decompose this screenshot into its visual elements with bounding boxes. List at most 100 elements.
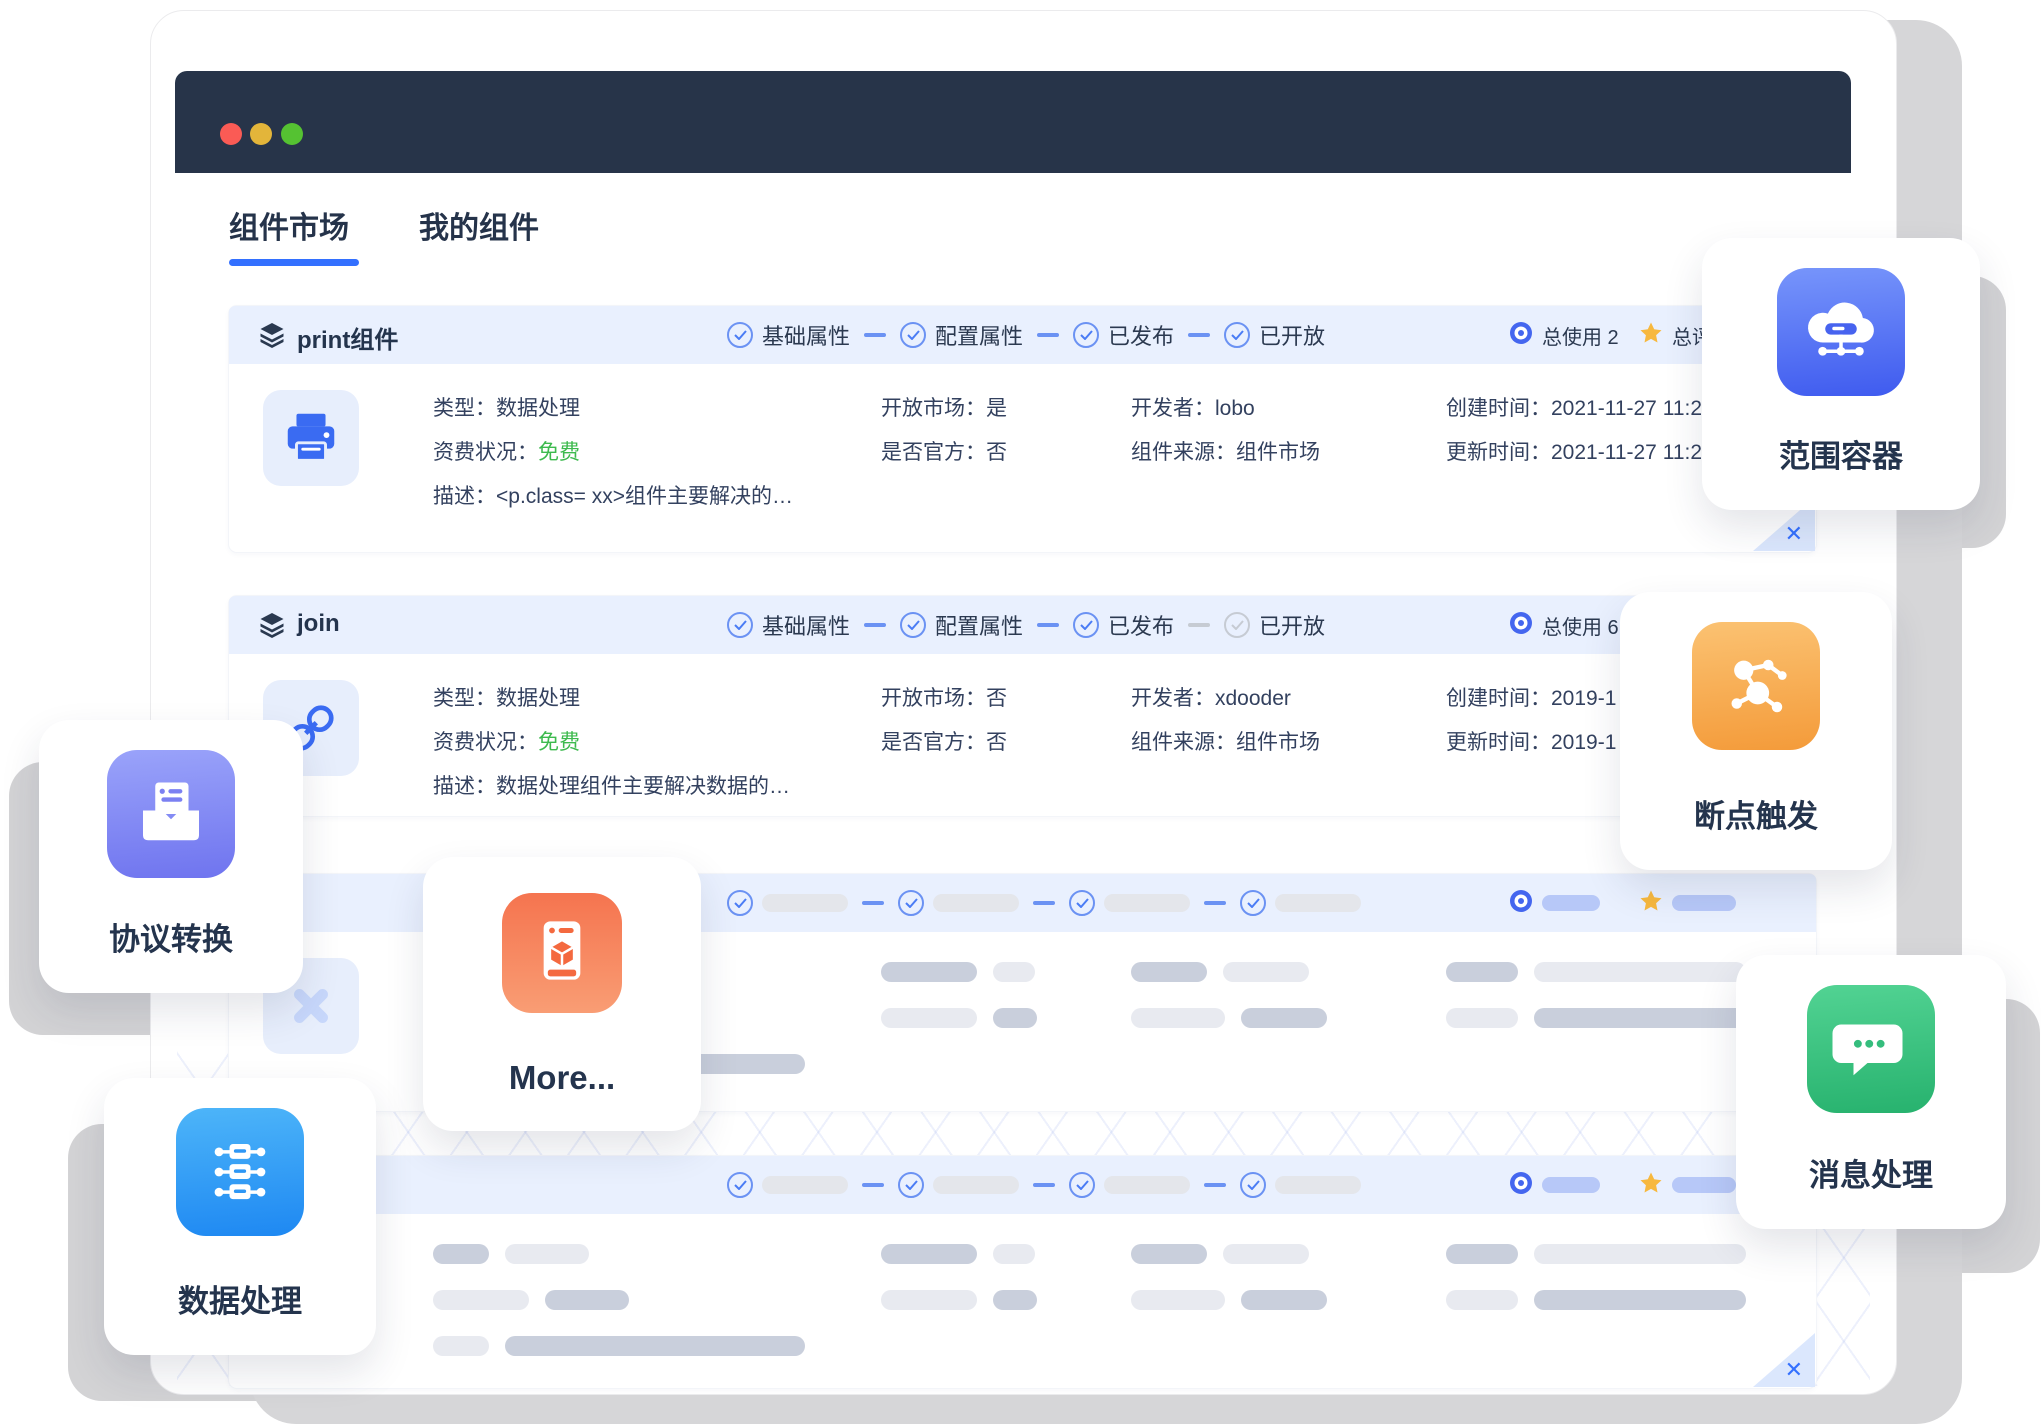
close-traffic-light[interactable]	[220, 123, 242, 145]
check-icon	[1073, 612, 1099, 638]
skeleton-pill	[1223, 962, 1309, 982]
skeleton-pill	[1446, 1290, 1518, 1310]
step-label: 已发布	[1108, 319, 1174, 351]
skeleton-pill	[433, 1244, 489, 1264]
card-body: 类型：数据处理 资费状况：免费 描述：数据处理组件主要解决数据的… 开放市场：否…	[229, 654, 1816, 816]
skeleton-pill	[1241, 1290, 1327, 1310]
skeleton-column	[881, 1244, 1037, 1336]
check-icon	[1224, 322, 1250, 348]
chip-label: More...	[423, 1059, 701, 1097]
step-connector	[864, 333, 886, 337]
app-box-icon	[502, 893, 622, 1013]
field-value: <p.class= xx>组件主要解决的…	[496, 485, 793, 508]
chip-label: 消息处理	[1736, 1150, 2006, 1195]
check-icon	[727, 322, 753, 348]
skeleton-pill	[933, 1176, 1019, 1194]
chat-bubble-icon	[1807, 985, 1935, 1113]
skeleton-pill	[1241, 1008, 1327, 1028]
chip-breakpoint-trigger[interactable]: 断点触发	[1620, 592, 1892, 870]
status-steps: 基础属性 配置属性 已发布 已开放	[727, 596, 1325, 654]
chip-protocol-conversion[interactable]: 协议转换	[39, 720, 303, 993]
skeleton-pill	[1534, 962, 1746, 982]
field-label: 资费状况：	[433, 441, 538, 464]
check-icon	[898, 890, 924, 916]
skeleton-pill	[1131, 1244, 1207, 1264]
step-label: 基础属性	[762, 319, 850, 351]
inbox-document-icon	[107, 750, 235, 878]
molecule-icon	[1692, 622, 1820, 750]
skeleton-pill	[545, 1290, 629, 1310]
field-value: 数据处理组件主要解决数据的…	[496, 775, 790, 798]
field-value: 2019-1	[1551, 731, 1616, 754]
skeleton-pill	[505, 1336, 805, 1356]
check-icon	[1240, 1172, 1266, 1198]
field-column: 创建时间：2019-1 更新时间：2019-1	[1446, 684, 1616, 772]
skeleton-pill	[505, 1244, 589, 1264]
field-value: 是	[986, 397, 1007, 420]
tab-my-components[interactable]: 我的组件	[419, 203, 539, 247]
field-label: 组件来源：	[1131, 731, 1236, 754]
skeleton-pill	[1275, 894, 1361, 912]
skeleton-pill	[762, 1176, 848, 1194]
step-connector	[1204, 901, 1226, 905]
chip-data-processing[interactable]: 数据处理	[104, 1078, 376, 1355]
step-connector	[862, 901, 884, 905]
minimize-traffic-light[interactable]	[250, 123, 272, 145]
field-label: 开放市场：	[881, 397, 986, 420]
page: 组件市场 我的组件 print组件 基础属性 配置属性	[0, 0, 2041, 1424]
skeleton-pill	[1223, 1244, 1309, 1264]
window-titlebar	[175, 71, 1851, 173]
usage-count: 总使用 2	[1542, 321, 1619, 350]
card-header	[229, 1156, 1816, 1214]
skeleton-column	[1131, 962, 1327, 1054]
skeleton-column	[1446, 962, 1746, 1054]
field-value: lobo	[1215, 397, 1255, 420]
step-connector	[1204, 1183, 1226, 1187]
step-label: 已开放	[1259, 609, 1325, 641]
component-name: join	[297, 610, 340, 638]
usage-stat: 总使用 2	[1509, 306, 1619, 364]
skeleton-pill	[1534, 1008, 1746, 1028]
field-label: 开放市场：	[881, 687, 986, 710]
component-card-print[interactable]: print组件 基础属性 配置属性 已发布 已开放 总使用 2	[229, 306, 1816, 552]
step-label: 配置属性	[935, 609, 1023, 641]
field-value: 否	[986, 687, 1007, 710]
field-label: 是否官方：	[881, 441, 986, 464]
component-name: print组件	[297, 320, 398, 355]
field-label: 组件来源：	[1131, 441, 1236, 464]
field-value: 免费	[538, 441, 580, 464]
maximize-traffic-light[interactable]	[281, 123, 303, 145]
close-icon: ✕	[1785, 1357, 1803, 1383]
card-corner-close[interactable]: ✕	[1753, 1333, 1815, 1387]
skeleton-pill	[881, 962, 977, 982]
check-icon	[1073, 322, 1099, 348]
component-card-skeleton[interactable]: ✕	[229, 1156, 1816, 1388]
skeleton-pill	[1542, 1177, 1600, 1193]
skeleton-column	[1446, 1244, 1746, 1336]
card-header: join 基础属性 配置属性 已发布 已开放 总使用 6	[229, 596, 1816, 654]
field-label: 类型：	[433, 687, 496, 710]
layers-icon	[259, 322, 285, 348]
status-steps-skeleton	[727, 874, 1361, 932]
skeleton-pill	[433, 1290, 529, 1310]
active-tab-underline	[229, 259, 359, 266]
tab-component-market[interactable]: 组件市场	[229, 203, 349, 247]
card-body: 类型：数据处理 资费状况：免费 描述：<p.class= xx>组件主要解决的……	[229, 364, 1816, 552]
skeleton-pill	[433, 1336, 489, 1356]
chip-more[interactable]: More...	[423, 857, 701, 1131]
database-nodes-icon	[176, 1108, 304, 1236]
component-card-join[interactable]: join 基础属性 配置属性 已发布 已开放 总使用 6	[229, 596, 1816, 816]
field-label: 开发者：	[1131, 687, 1215, 710]
eye-icon	[1509, 321, 1533, 350]
field-value: xdooder	[1215, 687, 1291, 710]
field-column: 开放市场：是 是否官方：否	[881, 394, 1007, 482]
chip-message-processing[interactable]: 消息处理	[1736, 955, 2006, 1229]
step-connector	[862, 1183, 884, 1187]
chip-range-container[interactable]: 范围容器	[1702, 238, 1980, 510]
field-value: 2019-1	[1551, 687, 1616, 710]
chip-label: 协议转换	[39, 914, 303, 959]
step-label: 配置属性	[935, 319, 1023, 351]
field-column: 类型：数据处理 资费状况：免费 描述：<p.class= xx>组件主要解决的…	[433, 394, 793, 526]
star-icon	[1639, 321, 1663, 350]
field-value: 2021-11-27 11:2	[1551, 397, 1702, 420]
